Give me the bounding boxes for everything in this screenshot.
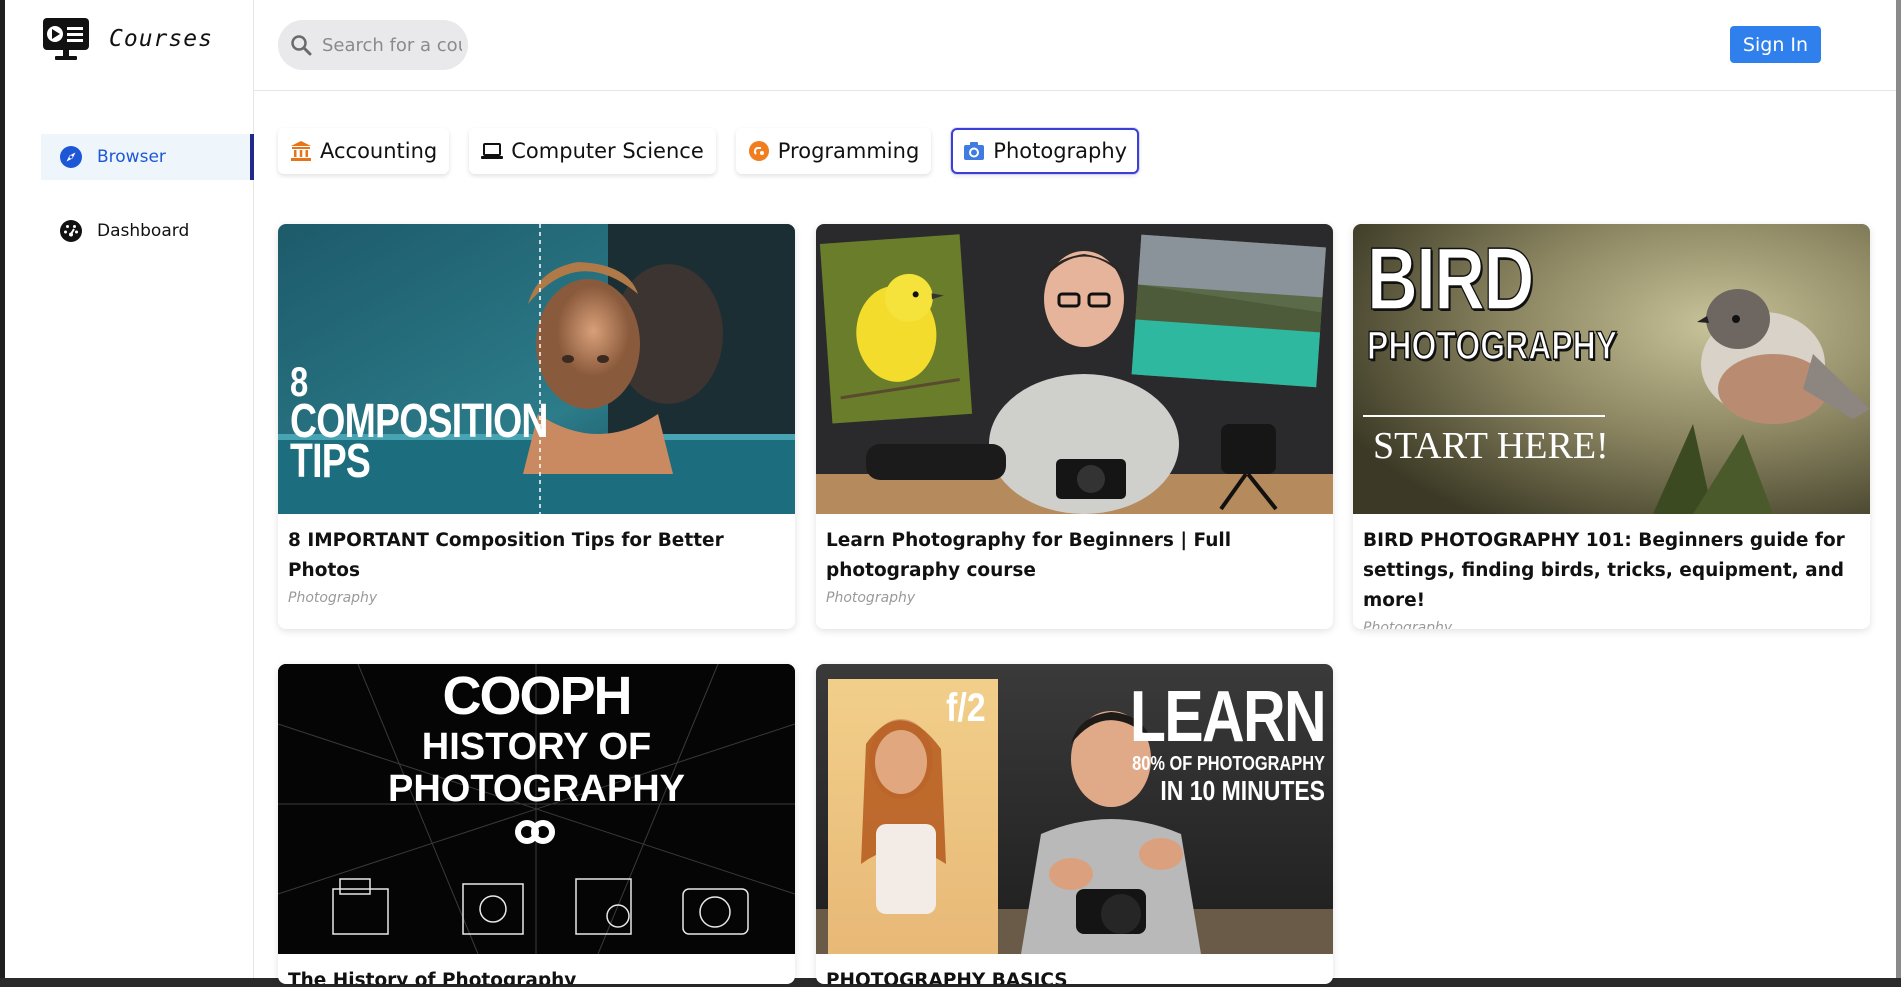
- course-card[interactable]: COOPH HISTORY OF PHOTOGRAPHY The History…: [278, 664, 795, 984]
- top-header: Sign In: [254, 0, 1896, 91]
- scrollbar-track[interactable]: [1896, 0, 1901, 987]
- course-title: 8 IMPORTANT Composition Tips for Better …: [288, 530, 724, 581]
- course-category: Photography: [826, 590, 916, 606]
- course-title: BIRD PHOTOGRAPHY 101: Beginners guide fo…: [1363, 530, 1845, 611]
- course-card[interactable]: Learn Photography for Beginners | Full p…: [816, 224, 1333, 629]
- compass-icon: [59, 145, 83, 169]
- gauge-icon: [59, 219, 83, 243]
- app-logo[interactable]: Courses: [41, 16, 213, 62]
- sidebar: Courses Browser Dashboard: [5, 0, 254, 978]
- category-label: Computer Science: [511, 139, 704, 163]
- thumb-text: PHOTOGRAPHY: [1366, 323, 1618, 369]
- thumb-text: TIPS: [290, 435, 371, 488]
- course-card[interactable]: BIRD PHOTOGRAPHY START HERE! BIRD PHOTOG…: [1353, 224, 1870, 629]
- course-card[interactable]: f/2 LEARN 80% OF PHOTOGRAPHY IN 10 MINUT…: [816, 664, 1333, 984]
- category-label: Photography: [993, 139, 1128, 163]
- course-thumbnail: BIRD PHOTOGRAPHY START HERE!: [1353, 224, 1870, 514]
- search-icon: [290, 34, 312, 56]
- course-category: Photography: [1363, 620, 1453, 629]
- course-thumbnail: 8 COMPOSITION TIPS: [278, 224, 795, 514]
- course-card[interactable]: 8 COMPOSITION TIPS 8 IMPORTANT Compositi…: [278, 224, 795, 629]
- category-accounting[interactable]: Accounting: [278, 128, 450, 174]
- category-label: Accounting: [320, 139, 438, 163]
- thumb-text: IN 10 MINUTES: [1160, 775, 1325, 806]
- sign-in-button[interactable]: Sign In: [1730, 26, 1821, 63]
- bank-icon: [290, 140, 312, 162]
- sidebar-nav: Browser Dashboard: [41, 134, 254, 282]
- category-label: Programming: [777, 139, 920, 163]
- monitor-play-icon: [41, 16, 91, 62]
- course-title: Learn Photography for Beginners | Full p…: [826, 530, 1232, 581]
- camera-icon: [963, 140, 985, 162]
- sidebar-item-dashboard[interactable]: Dashboard: [41, 208, 254, 254]
- course-title: The History of Photography: [288, 970, 577, 984]
- course-thumbnail: f/2 LEARN 80% OF PHOTOGRAPHY IN 10 MINUT…: [816, 664, 1333, 954]
- laptop-icon: [481, 140, 504, 162]
- course-thumbnail: COOPH HISTORY OF PHOTOGRAPHY: [278, 664, 795, 954]
- sidebar-item-label: Dashboard: [97, 221, 190, 241]
- course-thumbnail: [816, 224, 1333, 514]
- sidebar-item-browser[interactable]: Browser: [41, 134, 254, 180]
- category-tabs: Accounting Computer Science Programming: [278, 128, 1140, 174]
- course-category: Photography: [288, 590, 378, 606]
- thumb-text: f/2: [946, 686, 986, 730]
- thumb-text: 80% OF PHOTOGRAPHY: [1132, 753, 1325, 775]
- thumb-text: START HERE!: [1373, 425, 1609, 467]
- brand-logo-text: COOPH: [442, 666, 632, 726]
- sidebar-item-label: Browser: [97, 147, 166, 167]
- thumb-text: BIRD: [1366, 229, 1534, 328]
- thumb-text: HISTORY OF: [421, 726, 652, 768]
- course-title: PHOTOGRAPHY BASICS: [826, 970, 1068, 984]
- category-photography[interactable]: Photography: [951, 128, 1140, 174]
- thumb-text: PHOTOGRAPHY: [387, 768, 685, 810]
- thumb-text: LEARN: [1129, 677, 1327, 757]
- category-computer-science[interactable]: Computer Science: [469, 128, 716, 174]
- category-programming[interactable]: Programming: [735, 128, 932, 174]
- search-input[interactable]: [322, 34, 462, 56]
- code-icon: [748, 140, 770, 162]
- app-name: Courses: [109, 26, 213, 52]
- search-box[interactable]: [278, 20, 468, 70]
